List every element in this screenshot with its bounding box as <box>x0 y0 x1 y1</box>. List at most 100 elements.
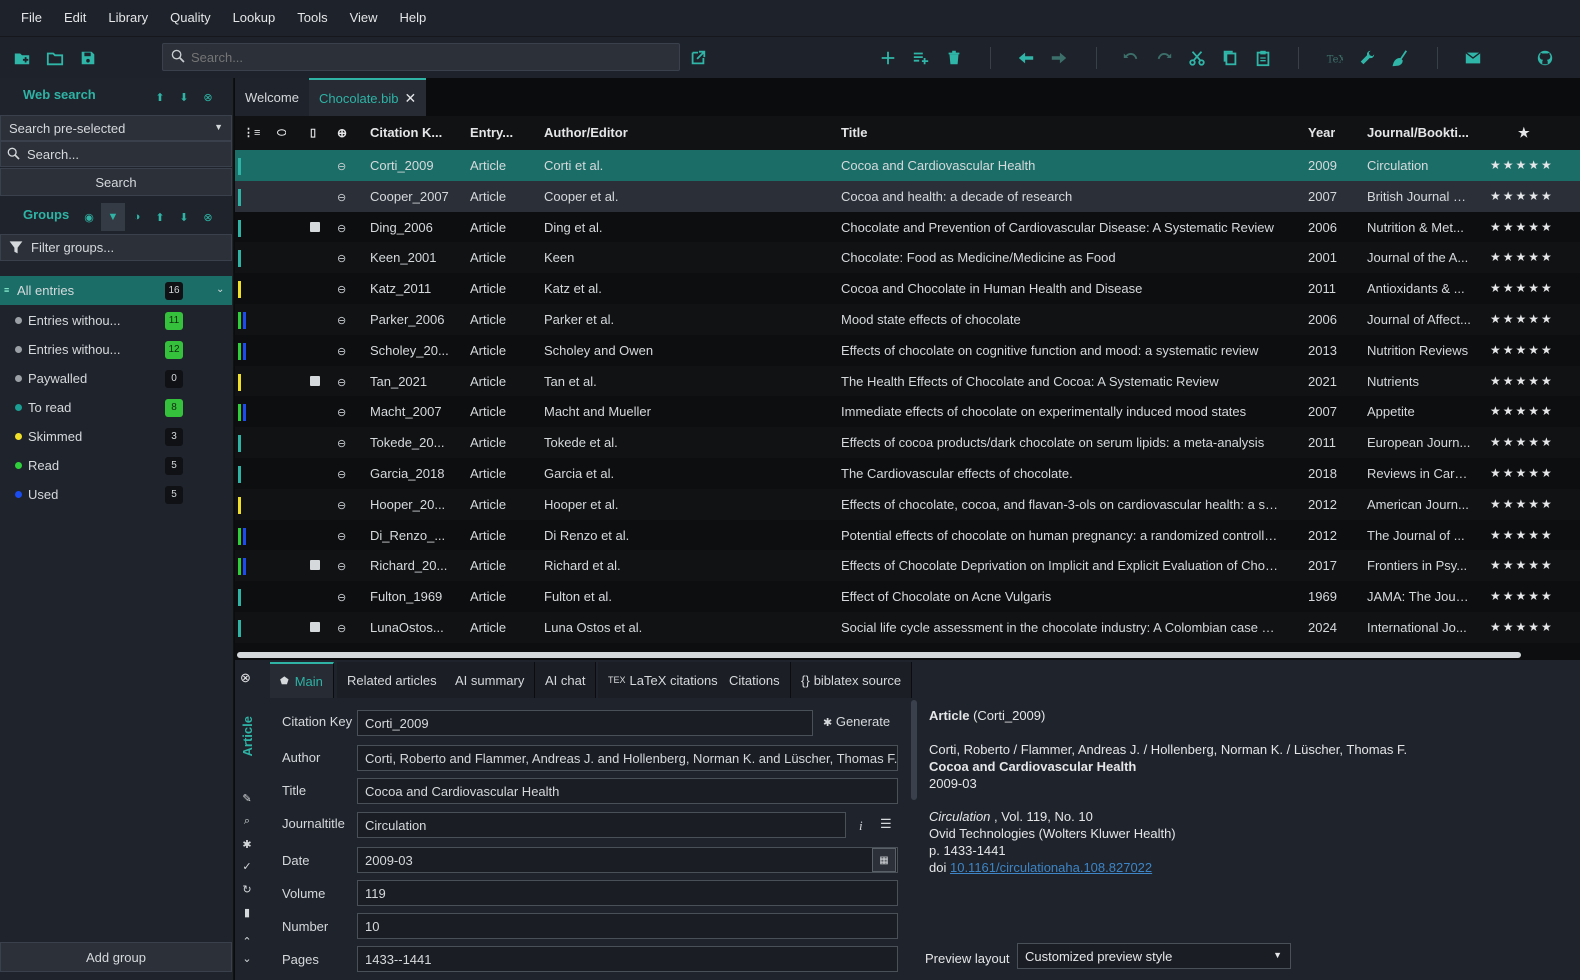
pages-field[interactable]: 1433--1441 <box>357 946 898 972</box>
tab-biblatex-source[interactable]: {} biblatex source <box>791 662 913 698</box>
tab-welcome[interactable]: Welcome <box>235 78 309 116</box>
link-icon[interactable]: ⊖ <box>337 591 346 604</box>
label-icon[interactable]: ⬭ <box>277 116 286 150</box>
rank-stars[interactable]: ★★★★★ <box>1490 181 1554 212</box>
header-journal[interactable]: Journal/Bookti... <box>1367 116 1477 150</box>
rank-stars[interactable]: ★★★★★ <box>1490 396 1554 427</box>
pdf-file-icon[interactable] <box>310 221 320 232</box>
tab-ai-summary[interactable]: AI summary <box>445 662 536 698</box>
menu-view[interactable]: View <box>339 0 389 36</box>
tab-main[interactable]: ⬟ Main <box>270 662 334 698</box>
menu-lookup[interactable]: Lookup <box>222 0 287 36</box>
group-item[interactable]: Entries withou... 12 <box>0 335 232 364</box>
move-down-icon[interactable]: ⬇ <box>176 209 192 225</box>
title-field[interactable]: Cocoa and Cardiovascular Health <box>357 778 898 804</box>
undo-icon[interactable] <box>1118 45 1144 71</box>
globe-icon[interactable]: ⊕ <box>337 116 347 150</box>
cleanup-icon[interactable] <box>1387 45 1413 71</box>
tab-citations[interactable]: Citations <box>719 662 791 698</box>
header-citation-key[interactable]: Citation K... <box>370 116 465 150</box>
rank-stars[interactable]: ★★★★★ <box>1490 212 1554 243</box>
link-icon[interactable]: ⊖ <box>337 499 346 512</box>
group-item[interactable]: Used 5 <box>0 480 232 509</box>
header-year[interactable]: Year <box>1308 116 1335 150</box>
open-external-icon[interactable] <box>685 45 711 71</box>
table-row[interactable]: ⊖ Di_Renzo_... Article Di Renzo et al. Poten… <box>235 519 1580 551</box>
header-rank[interactable]: ★ <box>1518 116 1530 150</box>
link-icon[interactable]: ⊖ <box>337 252 346 265</box>
table-row[interactable]: ⊖ LunaOstos... Article Luna Ostos et al. Soc… <box>235 612 1580 643</box>
pdf-file-icon[interactable] <box>310 560 320 571</box>
menu-quality[interactable]: Quality <box>159 0 221 36</box>
table-row[interactable]: ⊖ Katz_2011 Article Katz et al. Cocoa and Ch… <box>235 273 1580 305</box>
delete-icon[interactable]: ▮ <box>240 906 254 919</box>
table-row[interactable]: ⊖ Macht_2007 Article Macht and Mueller Immed… <box>235 396 1580 428</box>
github-icon[interactable] <box>1532 45 1558 71</box>
chevron-down-icon[interactable]: ⌄ <box>216 284 224 295</box>
filter-groups-input[interactable]: Filter groups... <box>0 234 232 261</box>
date-field[interactable]: 2009-03 <box>357 847 898 873</box>
preview-doi-link[interactable]: 10.1161/circulationaha.108.827022 <box>950 860 1152 875</box>
add-entry-icon[interactable] <box>875 45 901 71</box>
group-item[interactable]: Skimmed 3 <box>0 422 232 451</box>
generate-button[interactable]: ✱ Generate <box>823 714 890 729</box>
info-icon[interactable]: i <box>859 818 863 834</box>
tab-latex-citations[interactable]: TEX LaTeX citations <box>598 662 729 698</box>
rank-stars[interactable]: ★★★★★ <box>1490 520 1554 551</box>
rank-stars[interactable]: ★★★★★ <box>1490 489 1554 520</box>
intersection-icon[interactable]: ◑ <box>129 209 145 225</box>
author-field[interactable]: Corti, Roberto and Flammer, Andreas J. a… <box>357 745 898 771</box>
rank-stars[interactable]: ★★★★★ <box>1490 581 1554 612</box>
cut-icon[interactable] <box>1184 45 1210 71</box>
table-row[interactable]: ⊖ Ding_2006 Article Ding et al. Chocolate an… <box>235 211 1580 243</box>
header-author[interactable]: Author/Editor <box>544 116 628 150</box>
horizontal-scrollbar[interactable] <box>237 652 1521 658</box>
web-search-input[interactable]: Search... <box>0 141 232 167</box>
menu-file[interactable]: File <box>10 0 53 36</box>
preview-layout-select[interactable]: Customized preview style ▼ <box>1017 943 1291 969</box>
close-icon[interactable]: ⊗ <box>200 209 216 225</box>
link-icon[interactable]: ⊖ <box>337 160 346 173</box>
close-icon[interactable]: ⊗ <box>200 89 216 105</box>
calendar-icon[interactable]: ▦ <box>872 848 896 872</box>
global-search[interactable] <box>162 43 680 71</box>
global-search-input[interactable] <box>191 49 661 65</box>
pdf-file-icon[interactable] <box>310 375 320 386</box>
table-row[interactable]: ⊖ Tokede_20... Article Tokede et al. Effects… <box>235 427 1580 459</box>
close-icon[interactable]: ✕ <box>405 90 417 107</box>
table-row[interactable]: ⊖ Scholey_20... Article Scholey and Owen Eff… <box>235 334 1580 366</box>
add-entry-from-id-icon[interactable] <box>908 45 934 71</box>
search-icon[interactable]: ⌕ <box>240 815 254 828</box>
journaltitle-field[interactable]: Circulation <box>357 812 846 838</box>
forward-icon[interactable] <box>1046 45 1072 71</box>
menu-library[interactable]: Library <box>97 0 159 36</box>
rank-stars[interactable]: ★★★★★ <box>1490 150 1554 181</box>
edit-icon[interactable]: ✎ <box>240 792 254 805</box>
menu-help[interactable]: Help <box>389 0 438 36</box>
cleanup-icon[interactable]: ✓ <box>240 860 254 873</box>
link-icon[interactable]: ⊖ <box>337 560 346 573</box>
filter-icon[interactable]: ▼ <box>101 203 125 231</box>
table-row[interactable]: ⊖ Corti_2009 Article Corti et al. Cocoa and … <box>235 150 1580 181</box>
redo-icon[interactable] <box>1151 45 1177 71</box>
chevron-up-icon[interactable]: ⌃ <box>240 935 254 948</box>
menu-tools[interactable]: Tools <box>286 0 338 36</box>
add-group-button[interactable]: Add group <box>0 942 232 972</box>
search-source-select[interactable]: Search pre-selected ▼ <box>0 115 232 141</box>
tab-chocolate-bib[interactable]: Chocolate.bib ✕ <box>309 78 427 116</box>
rank-stars[interactable]: ★★★★★ <box>1490 366 1554 397</box>
group-item[interactable]: Read 5 <box>0 451 232 480</box>
pdf-file-icon[interactable] <box>310 622 320 632</box>
group-all-entries[interactable]: ≡ All entries 16 ⌄ <box>0 276 232 305</box>
group-item[interactable]: To read 8 <box>0 393 232 422</box>
link-icon[interactable]: ⊖ <box>337 530 346 543</box>
refresh-icon[interactable]: ↻ <box>240 883 254 896</box>
volume-field[interactable]: 119 <box>357 880 898 906</box>
rank-stars[interactable]: ★★★★★ <box>1490 550 1554 581</box>
tab-ai-chat[interactable]: AI chat <box>535 662 597 698</box>
table-row[interactable]: ⊖ Tan_2021 Article Tan et al. The Health Eff… <box>235 365 1580 397</box>
abbreviate-icon[interactable]: ☰ <box>880 816 892 832</box>
link-icon[interactable]: ⊖ <box>337 222 346 235</box>
link-icon[interactable]: ⊖ <box>337 345 346 358</box>
link-icon[interactable]: ⊖ <box>337 191 346 204</box>
